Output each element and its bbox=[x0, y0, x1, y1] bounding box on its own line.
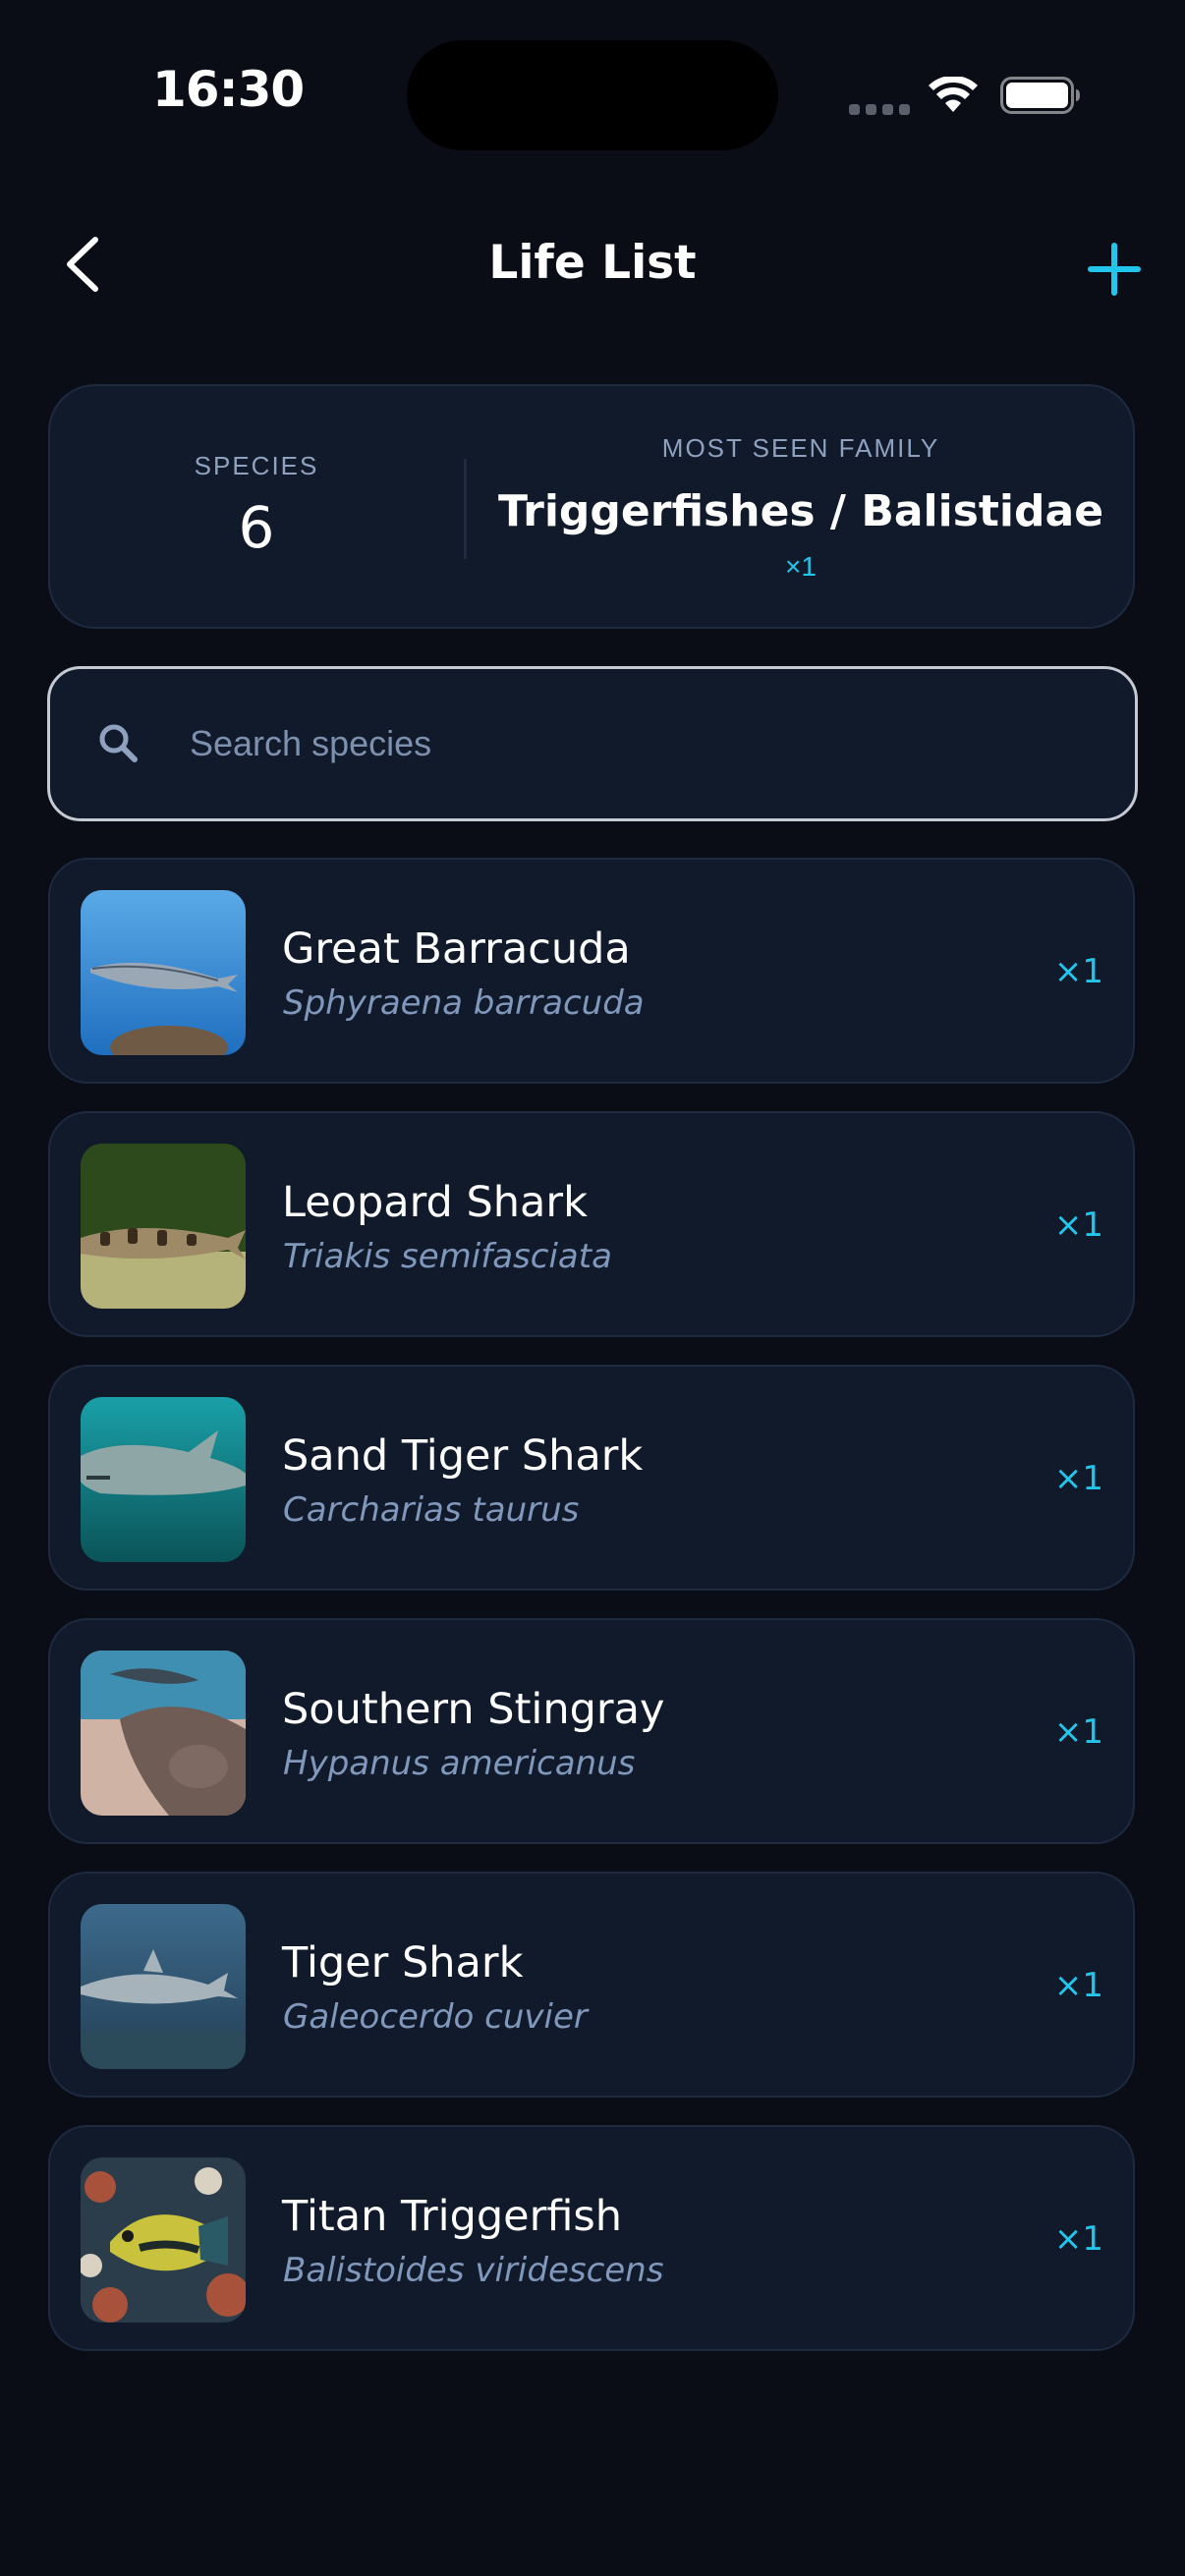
page-title: Life List bbox=[488, 236, 697, 290]
species-common-name: Sand Tiger Shark bbox=[282, 1431, 644, 1481]
species-card-leopard-shark[interactable]: Leopard Shark Triakis semifasciata ×1 bbox=[48, 1111, 1135, 1337]
sighting-count: ×1 bbox=[1053, 1712, 1103, 1752]
species-scientific-name: Sphyraena barracuda bbox=[283, 983, 645, 1023]
species-card-titan-triggerfish[interactable]: Titan Triggerfish Balistoides viridescen… bbox=[48, 2125, 1135, 2351]
species-scientific-name: Balistoides viridescens bbox=[283, 2251, 664, 2290]
dynamic-island bbox=[407, 40, 778, 150]
most-seen-family-value: Triggerfishes / Balistidae bbox=[497, 486, 1104, 536]
species-card-tiger-shark[interactable]: Tiger Shark Galeocerdo cuvier ×1 bbox=[48, 1872, 1135, 2098]
species-scientific-name: Carcharias taurus bbox=[283, 1490, 580, 1530]
search-icon bbox=[99, 724, 138, 762]
stats-card: SPECIES 6 MOST SEEN FAMILY Triggerfishes… bbox=[48, 384, 1135, 629]
search-input[interactable] bbox=[190, 712, 1074, 775]
status-time: 16:30 bbox=[152, 61, 305, 118]
sighting-count: ×1 bbox=[1053, 1205, 1103, 1245]
species-photo bbox=[81, 1397, 246, 1562]
sighting-count: ×1 bbox=[1053, 1966, 1103, 2005]
species-photo bbox=[81, 1651, 246, 1816]
wifi-icon bbox=[929, 77, 978, 112]
species-scientific-name: Hypanus americanus bbox=[283, 1744, 636, 1783]
sighting-count: ×1 bbox=[1053, 1459, 1103, 1498]
species-common-name: Southern Stingray bbox=[282, 1685, 665, 1734]
species-photo bbox=[81, 890, 246, 1055]
species-card-sand-tiger-shark[interactable]: Sand Tiger Shark Carcharias taurus ×1 bbox=[48, 1365, 1135, 1591]
search-box[interactable] bbox=[47, 666, 1138, 821]
species-common-name: Titan Triggerfish bbox=[282, 2192, 623, 2241]
sighting-count: ×1 bbox=[1053, 2219, 1103, 2259]
add-species-button[interactable] bbox=[1085, 240, 1144, 299]
species-photo bbox=[81, 1904, 246, 2069]
cellular-signal-icon bbox=[849, 104, 910, 115]
species-common-name: Leopard Shark bbox=[282, 1178, 588, 1227]
species-photo bbox=[81, 1144, 246, 1309]
species-card-great-barracuda[interactable]: Great Barracuda Sphyraena barracuda ×1 bbox=[48, 858, 1135, 1084]
sighting-count: ×1 bbox=[1053, 952, 1103, 991]
species-count-value: 6 bbox=[238, 494, 275, 561]
species-scientific-name: Triakis semifasciata bbox=[283, 1237, 612, 1276]
species-common-name: Great Barracuda bbox=[282, 924, 631, 974]
species-card-southern-stingray[interactable]: Southern Stingray Hypanus americanus ×1 bbox=[48, 1618, 1135, 1844]
species-count-label: SPECIES bbox=[194, 451, 319, 480]
most-seen-family-label: MOST SEEN FAMILY bbox=[661, 433, 940, 463]
species-scientific-name: Galeocerdo cuvier bbox=[283, 1997, 588, 2037]
species-photo bbox=[81, 2157, 246, 2323]
most-seen-family-count: ×1 bbox=[785, 551, 817, 582]
battery-icon bbox=[1000, 77, 1080, 114]
species-common-name: Tiger Shark bbox=[282, 1938, 524, 1988]
